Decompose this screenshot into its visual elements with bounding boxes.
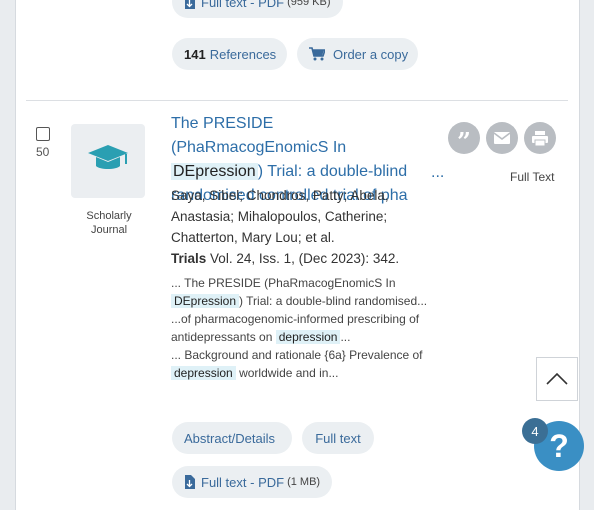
pdf-icon [184, 475, 195, 489]
help-badge-count: 4 [531, 423, 539, 439]
pdf-icon [184, 0, 195, 9]
result-number: 50 [36, 145, 50, 159]
fulltext-pdf-button-2[interactable]: Full text - PDF (1 MB) [172, 466, 332, 498]
references-count: 141 [184, 46, 206, 62]
results-card: Full text - PDF (959 KB) 141 References … [15, 0, 580, 510]
snippet-line: ...of pharmacogenomic-informed prescribi… [171, 312, 420, 344]
abstract-details-label: Abstract/Details [184, 430, 276, 446]
print-button[interactable] [524, 122, 556, 154]
fulltext-pdf-label: Full text - PDF [201, 474, 285, 490]
select-checkbox[interactable] [36, 127, 50, 141]
title-more-link[interactable]: ... [431, 164, 444, 182]
snippets: ... The PRESIDE (PhaRmacogEnomicS In DEp… [171, 274, 461, 382]
quote-icon: ” [457, 127, 471, 156]
title-highlight: DEpression [171, 163, 258, 180]
email-button[interactable] [486, 122, 518, 154]
snippet-highlight: DEpression [171, 294, 240, 308]
fulltext-pdf-button[interactable]: Full text - PDF (959 KB) [172, 0, 343, 18]
help-badge: 4 [522, 418, 548, 444]
title-part1: The PRESIDE (PhaRmacogEnomicS In [171, 115, 347, 156]
print-icon [532, 130, 548, 146]
email-icon [494, 132, 510, 144]
fulltext-label: Full text [315, 430, 361, 446]
fulltext-pdf-label: Full text - PDF [201, 0, 285, 10]
back-to-top-button[interactable] [536, 357, 578, 401]
journal-name[interactable]: Trials [171, 251, 206, 266]
document-type-thumbnail[interactable] [71, 124, 145, 198]
document-type-label: Scholarly Journal [74, 209, 144, 237]
question-mark-icon: ? [549, 428, 569, 464]
chevron-up-icon [546, 373, 568, 385]
journal-citation: Trials Vol. 24, Iss. 1, (Dec 2023): 342. [171, 248, 441, 269]
scholarly-journal-icon [86, 141, 130, 182]
authors: Saya, Sibel; Chondros, Patty; Abela, Ana… [171, 188, 389, 245]
references-label: References [209, 46, 277, 62]
journal-details: Vol. 24, Iss. 1, (Dec 2023): 342. [210, 251, 400, 266]
result-divider [26, 100, 568, 101]
fulltext-button[interactable]: Full text [302, 422, 374, 454]
cart-icon [309, 47, 325, 61]
fulltext-pdf-size: (1 MB) [287, 476, 321, 488]
snippet-line: ... The PRESIDE (PhaRmacogEnomicS In DEp… [171, 276, 428, 308]
cite-button[interactable]: ” [448, 122, 480, 154]
document-type-line2: Journal [90, 224, 128, 236]
full-text-caption: Full Text [510, 170, 555, 184]
snippet-highlight: depression [275, 330, 341, 344]
fulltext-pdf-size: (959 KB) [287, 0, 331, 8]
order-copy-button[interactable]: Order a copy [297, 38, 418, 70]
snippet-highlight: depression [171, 366, 236, 380]
abstract-details-button[interactable]: Abstract/Details [172, 422, 292, 454]
references-button[interactable]: 141 References [172, 38, 287, 70]
snippet-line: ... Background and rationale {6a} Preval… [171, 348, 423, 380]
order-copy-label: Order a copy [333, 46, 409, 62]
document-type-line1: Scholarly [86, 210, 132, 222]
